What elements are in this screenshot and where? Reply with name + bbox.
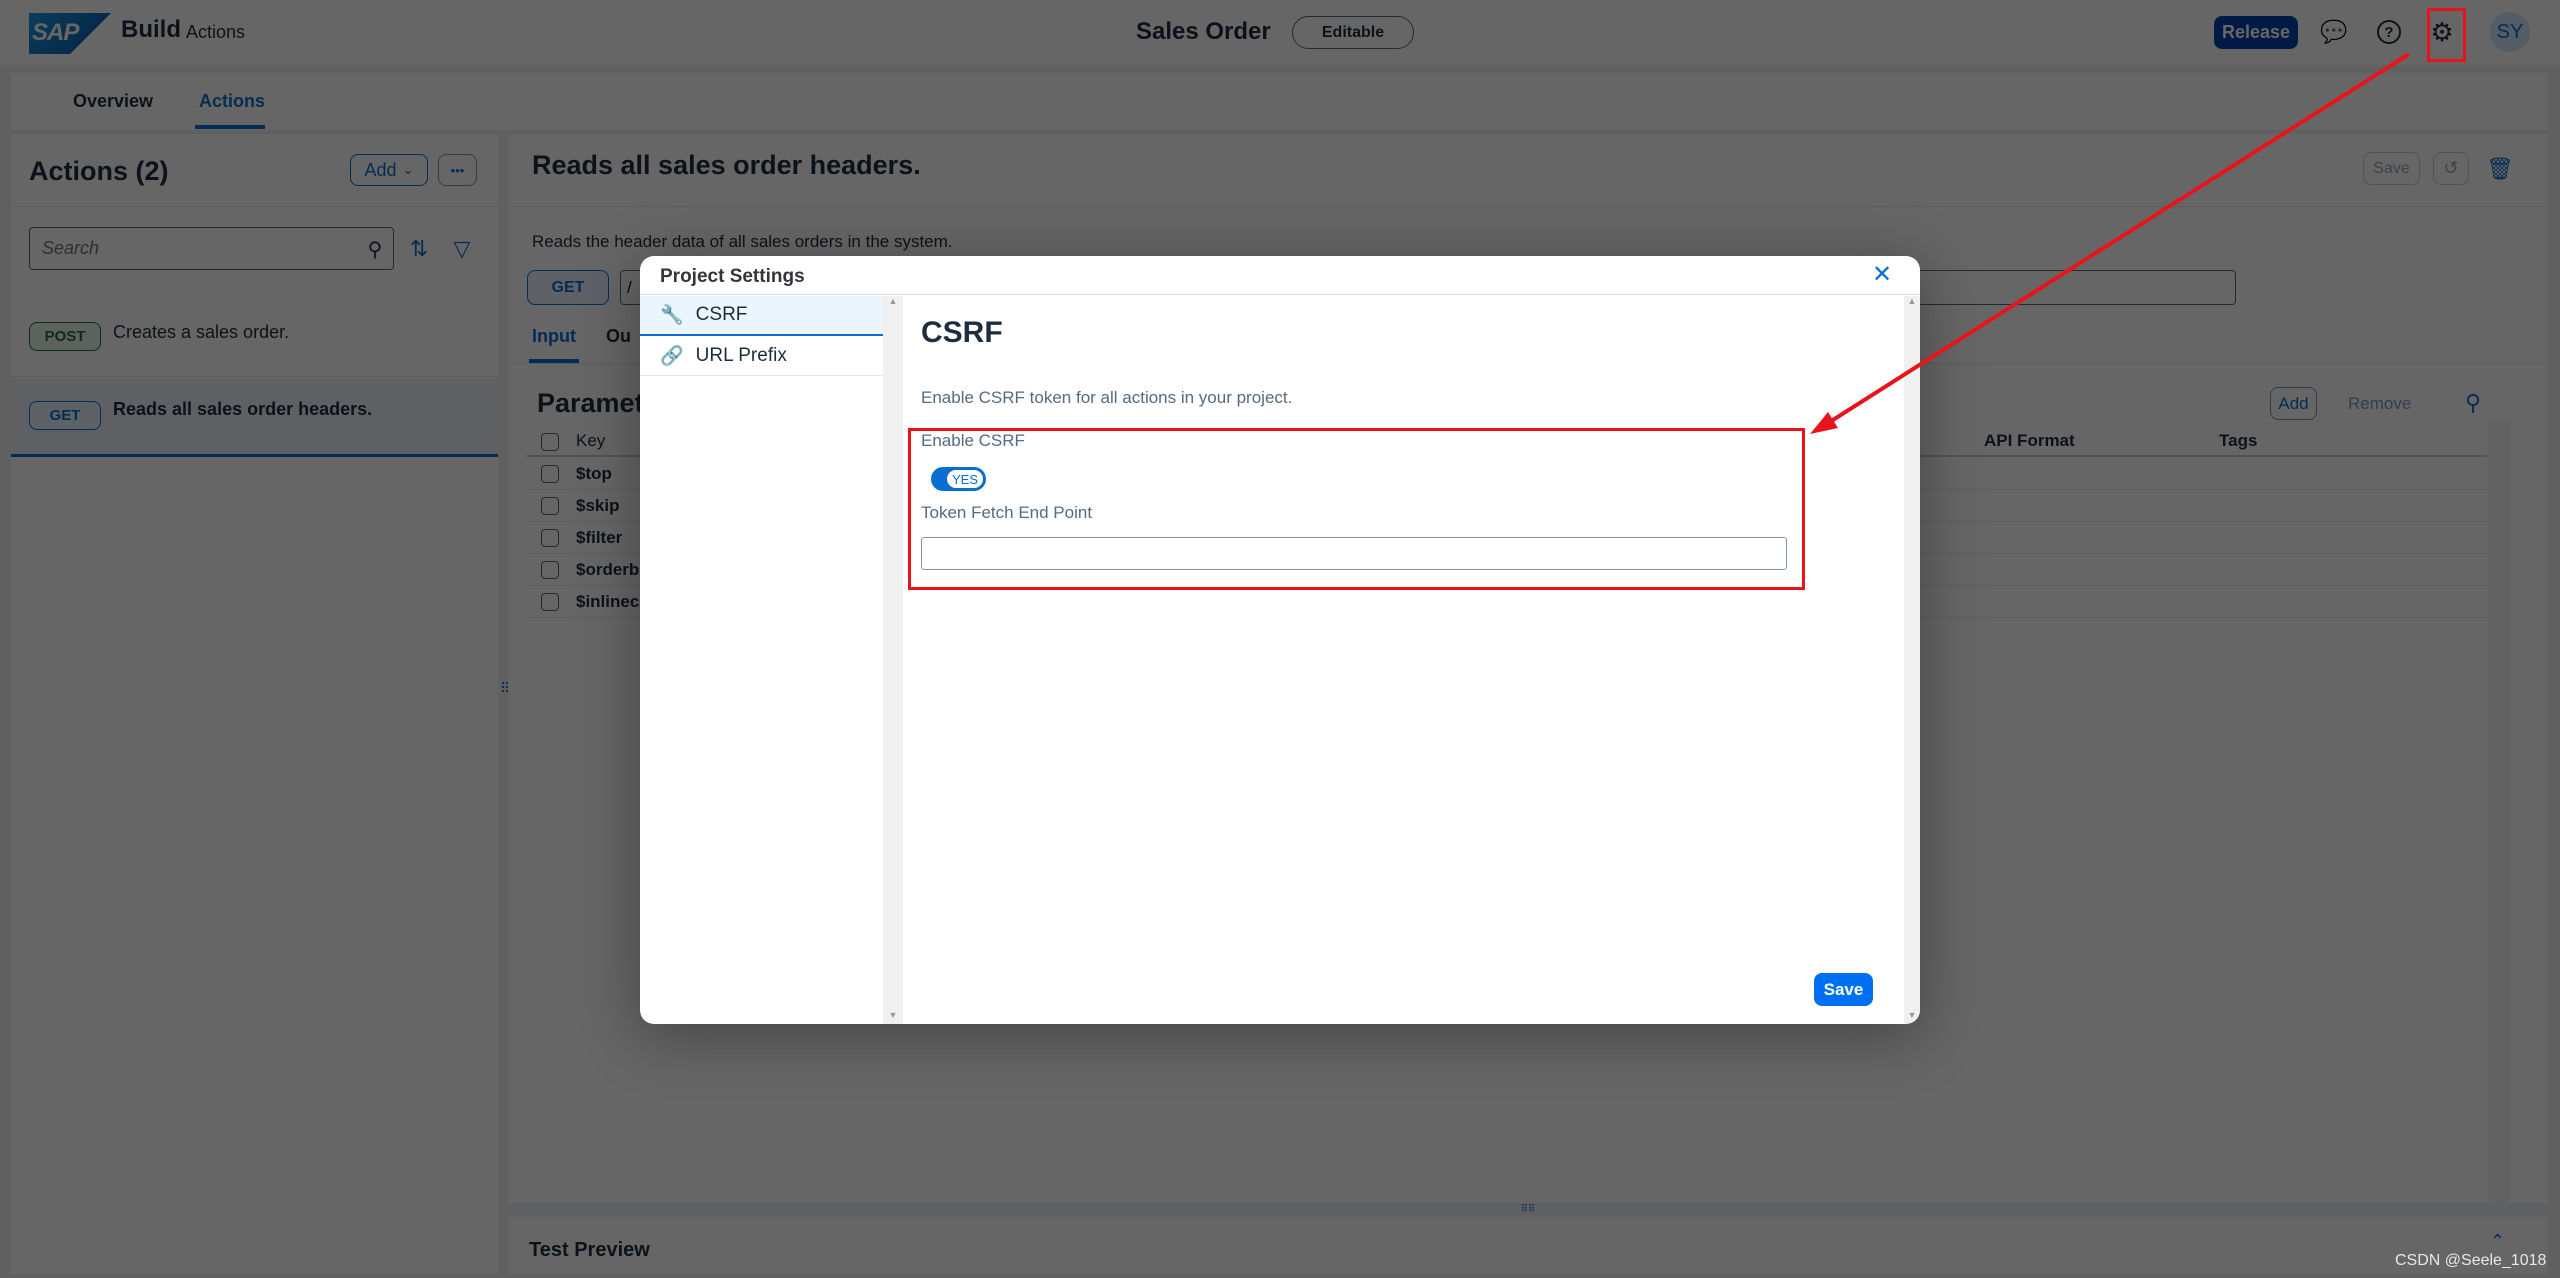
row-checkbox[interactable] [541, 561, 559, 579]
toggle-knob: YES [945, 468, 985, 490]
parameter-key: $filter [576, 528, 623, 547]
row-checkbox[interactable] [541, 529, 559, 547]
content-scrollbar[interactable]: ▲ ▼ [1904, 296, 1920, 1024]
select-all-checkbox[interactable] [541, 433, 559, 451]
area-name: Actions [186, 22, 246, 42]
token-endpoint-input[interactable] [921, 537, 1787, 570]
product-name: Build [121, 16, 181, 43]
divider [508, 206, 2548, 207]
actions-list-panel: Actions (2) Add ⌄ ••• ⚲ ⇅ ▽ POST Creates … [11, 134, 498, 1274]
tab-input[interactable]: Input [532, 326, 576, 347]
column-api-format: API Format [1984, 431, 2075, 450]
parameter-key: $skip [576, 496, 620, 515]
scrollbar[interactable] [2489, 420, 2510, 1203]
nav-item-url-prefix[interactable]: 🔗 URL Prefix [640, 336, 883, 376]
divider [11, 376, 498, 377]
parameters-heading: Paramet [537, 388, 644, 418]
filter-icon[interactable]: ▽ [447, 234, 477, 264]
resize-handle[interactable]: ⠿⠿ [508, 1203, 2548, 1217]
logo-text: SAP [32, 19, 79, 46]
nav-label: URL Prefix [695, 344, 787, 366]
revert-icon[interactable]: ↺ [2433, 152, 2469, 185]
row-checkbox[interactable] [541, 465, 559, 483]
add-label: Add [364, 159, 397, 180]
wrench-icon: 🔧 [660, 305, 684, 326]
parameter-key: $orderb [576, 560, 640, 579]
save-button[interactable]: Save [2363, 152, 2420, 185]
page-title: Sales Order [1136, 18, 1271, 45]
token-endpoint-label: Token Fetch End Point [921, 503, 1093, 522]
nav-label: CSRF [695, 304, 748, 325]
section-heading: CSRF [921, 316, 1003, 349]
actions-title: Actions (2) [29, 156, 169, 186]
avatar[interactable]: SY [2490, 12, 2530, 52]
feedback-icon[interactable]: 💬 [2318, 16, 2350, 48]
nav-scrollbar[interactable]: ▲ ▼ [883, 296, 903, 1024]
object-tabs: Overview Actions [11, 73, 2548, 130]
link-icon: 🔗 [660, 345, 684, 367]
row-checkbox[interactable] [541, 497, 559, 515]
add-action-button[interactable]: Add ⌄ [350, 154, 428, 186]
close-icon[interactable]: ✕ [1872, 260, 1892, 289]
parameter-key: $top [576, 464, 612, 483]
delete-icon[interactable]: 🗑 [2485, 152, 2515, 185]
divider [11, 206, 498, 207]
row-checkbox[interactable] [541, 593, 559, 611]
enable-csrf-toggle[interactable]: YES [931, 467, 986, 491]
shell-header: SAP Build Actions Sales Order Editable R… [0, 0, 2560, 65]
sap-logo[interactable]: SAP [29, 13, 111, 54]
section-description: Enable CSRF token for all actions in you… [921, 388, 1293, 407]
more-button[interactable]: ••• [438, 154, 477, 186]
action-title: Reads all sales order headers. [532, 150, 921, 180]
search-input[interactable] [29, 227, 394, 270]
column-key: Key [576, 431, 606, 450]
nav-item-csrf[interactable]: 🔧 CSRF [640, 296, 883, 336]
tab-actions[interactable]: Actions [199, 91, 265, 112]
list-item-selected[interactable]: GET Reads all sales order headers. [11, 379, 498, 457]
status-badge[interactable]: Editable [1292, 16, 1414, 49]
sort-icon[interactable]: ⇅ [404, 234, 434, 264]
method-select[interactable]: GET [527, 270, 609, 305]
dialog-save-button[interactable]: Save [1814, 973, 1873, 1006]
tab-output[interactable]: Ou [606, 326, 631, 347]
release-button[interactable]: Release [2214, 16, 2298, 49]
gear-icon[interactable]: ⚙ [2426, 16, 2458, 48]
search-icon[interactable]: ⚲ [2458, 388, 2488, 418]
test-preview-title: Test Preview [529, 1239, 650, 1261]
remove-parameter-button[interactable]: Remove [2348, 394, 2411, 414]
method-badge-get: GET [29, 401, 101, 430]
splitter-grip-icon[interactable]: ⠿ [500, 681, 510, 709]
tab-overview[interactable]: Overview [73, 91, 153, 112]
dialog-header: Project Settings ✕ [640, 256, 1920, 295]
action-description: Reads all sales order headers. [113, 399, 373, 419]
method-badge-post: POST [29, 322, 101, 351]
column-tags: Tags [2219, 431, 2258, 450]
chevron-up-icon[interactable]: ⌃ [2490, 1231, 2505, 1252]
enable-csrf-label: Enable CSRF [921, 431, 1025, 450]
list-item[interactable]: POST Creates a sales order. [11, 302, 498, 376]
project-settings-dialog: Project Settings ✕ 🔧 CSRF 🔗 URL Prefix ▲ ▼ … [640, 256, 1920, 1024]
help-icon[interactable]: ? [2377, 20, 2401, 44]
active-tab-indicator [195, 125, 265, 129]
test-preview-panel: Test Preview ⌃ [508, 1217, 2548, 1274]
dialog-title: Project Settings [660, 266, 805, 287]
parameter-key: $inlinec [576, 592, 640, 611]
action-description: Creates a sales order. [113, 322, 290, 342]
action-description-text: Reads the header data of all sales order… [532, 232, 953, 251]
watermark: CSDN @Seele_1018 [2395, 1252, 2547, 1269]
search-icon[interactable]: ⚲ [361, 234, 389, 264]
add-parameter-button[interactable]: Add [2270, 387, 2317, 420]
chevron-down-icon: ⌄ [402, 162, 414, 177]
